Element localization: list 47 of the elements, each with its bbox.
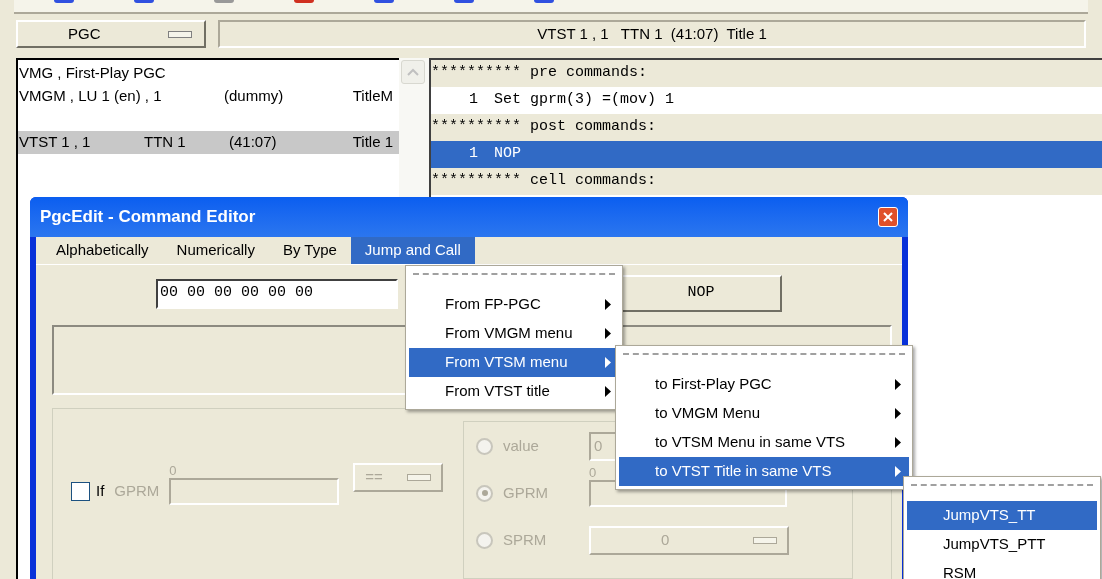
register-index: 0 [169,463,177,478]
radio-label: SPRM [503,529,548,550]
menu-item[interactable]: to First-Play PGC [619,370,909,399]
close-button[interactable] [878,207,898,227]
menu-item[interactable]: to VMGM Menu [619,399,909,428]
menu-item[interactable]: JumpVTS_PTT [907,530,1097,559]
pgc-list-row[interactable]: VTST 1 , 1 TTN 1 (41:07) Title 1 [18,131,399,154]
toolbar-icon[interactable] [294,0,314,3]
toolbar-icon[interactable] [214,0,234,3]
menu-bar-item[interactable]: By Type [268,237,351,264]
title-field: VTST 1 , 1 TTN 1 (41:07) Title 1 [218,20,1086,48]
section-header: ********** post commands: [431,114,1102,141]
menu-bar-item[interactable]: Numerically [162,237,269,264]
radio-label: value [503,435,540,456]
close-icon [883,212,893,222]
toolbar-icon[interactable] [534,0,554,3]
menu-item[interactable]: to VTST Title in same VTS [619,457,909,486]
menu-bar-item[interactable]: Alphabetically [42,237,163,264]
toolbar-icon[interactable] [454,0,474,3]
menu-item[interactable]: From VTST title [409,377,619,406]
hex-code-field[interactable]: 00 00 00 00 00 00 [156,278,398,309]
register-label: GPRM [114,480,160,501]
section-header: ********** cell commands: [431,168,1102,195]
dropdown-handle-icon [407,473,432,481]
dialog-title: PgcEdit - Command Editor [40,206,256,229]
menu-item[interactable]: to VTSM Menu in same VTS [619,428,909,457]
radio-label: GPRM [503,482,549,503]
toolbar-icon[interactable] [374,0,394,3]
command-row[interactable]: 1 NOP [431,141,1102,168]
menu-item[interactable]: RSM [907,559,1097,579]
dropdown-handle-icon [168,30,192,38]
tear-off-line[interactable] [413,273,615,277]
section-header: ********** pre commands: [431,60,1102,87]
menu-item[interactable]: From VMGM menu [409,319,619,348]
register-field[interactable] [169,477,340,505]
toolbar-icon[interactable] [54,0,74,3]
menu-bar-item[interactable]: Jump and Call [350,237,475,264]
if-label: If [96,480,105,501]
tear-off-line[interactable] [623,353,905,357]
tear-off-line[interactable] [911,484,1093,488]
pgc-dropdown[interactable]: PGC [16,20,206,48]
caret-up-icon [407,68,419,76]
menu-item[interactable]: JumpVTS_TT [907,501,1097,530]
toolbar-icon[interactable] [134,0,154,3]
menu-item[interactable]: From FP-PGC [409,290,619,319]
dropdown-handle-icon [753,536,777,544]
register-index: 0 [589,465,597,480]
